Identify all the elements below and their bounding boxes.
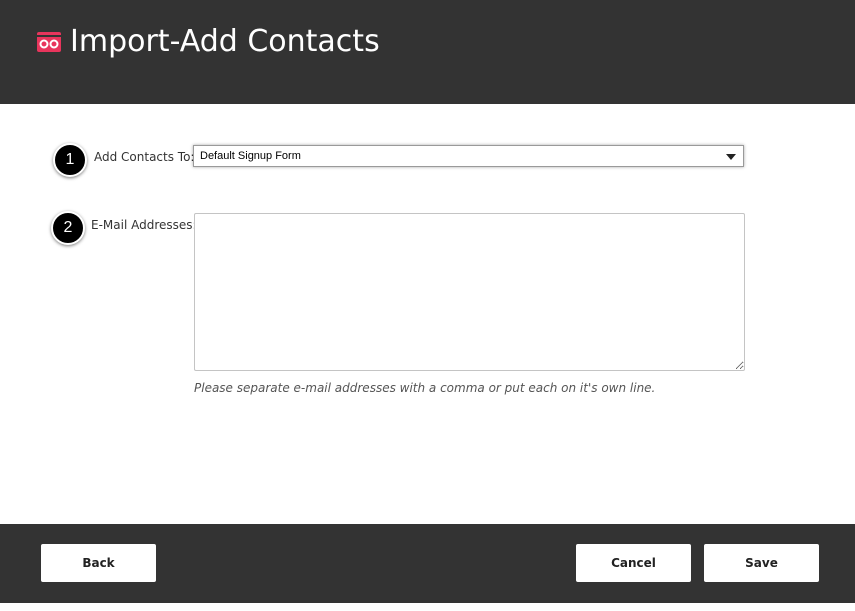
add-contacts-to-label: Add Contacts To:: [94, 150, 195, 164]
email-addresses-textarea[interactable]: [194, 213, 745, 371]
add-contacts-to-value: Default Signup Form: [200, 150, 301, 162]
step-badge-1: 1: [53, 143, 87, 177]
page-header: Import-Add Contacts: [0, 0, 855, 104]
add-contacts-to-select[interactable]: Default Signup Form: [193, 145, 744, 167]
page-footer: Back Cancel Save: [0, 524, 855, 603]
page-title: Import-Add Contacts: [70, 24, 380, 59]
cancel-button[interactable]: Cancel: [576, 544, 691, 582]
email-addresses-label: E-Mail Addresses:: [91, 218, 197, 232]
glasses-logo-icon: [37, 32, 61, 52]
step-badge-2: 2: [51, 211, 85, 245]
chevron-down-icon: [726, 154, 736, 160]
back-button[interactable]: Back: [41, 544, 156, 582]
save-button[interactable]: Save: [704, 544, 819, 582]
email-addresses-hint: Please separate e-mail addresses with a …: [194, 381, 656, 395]
